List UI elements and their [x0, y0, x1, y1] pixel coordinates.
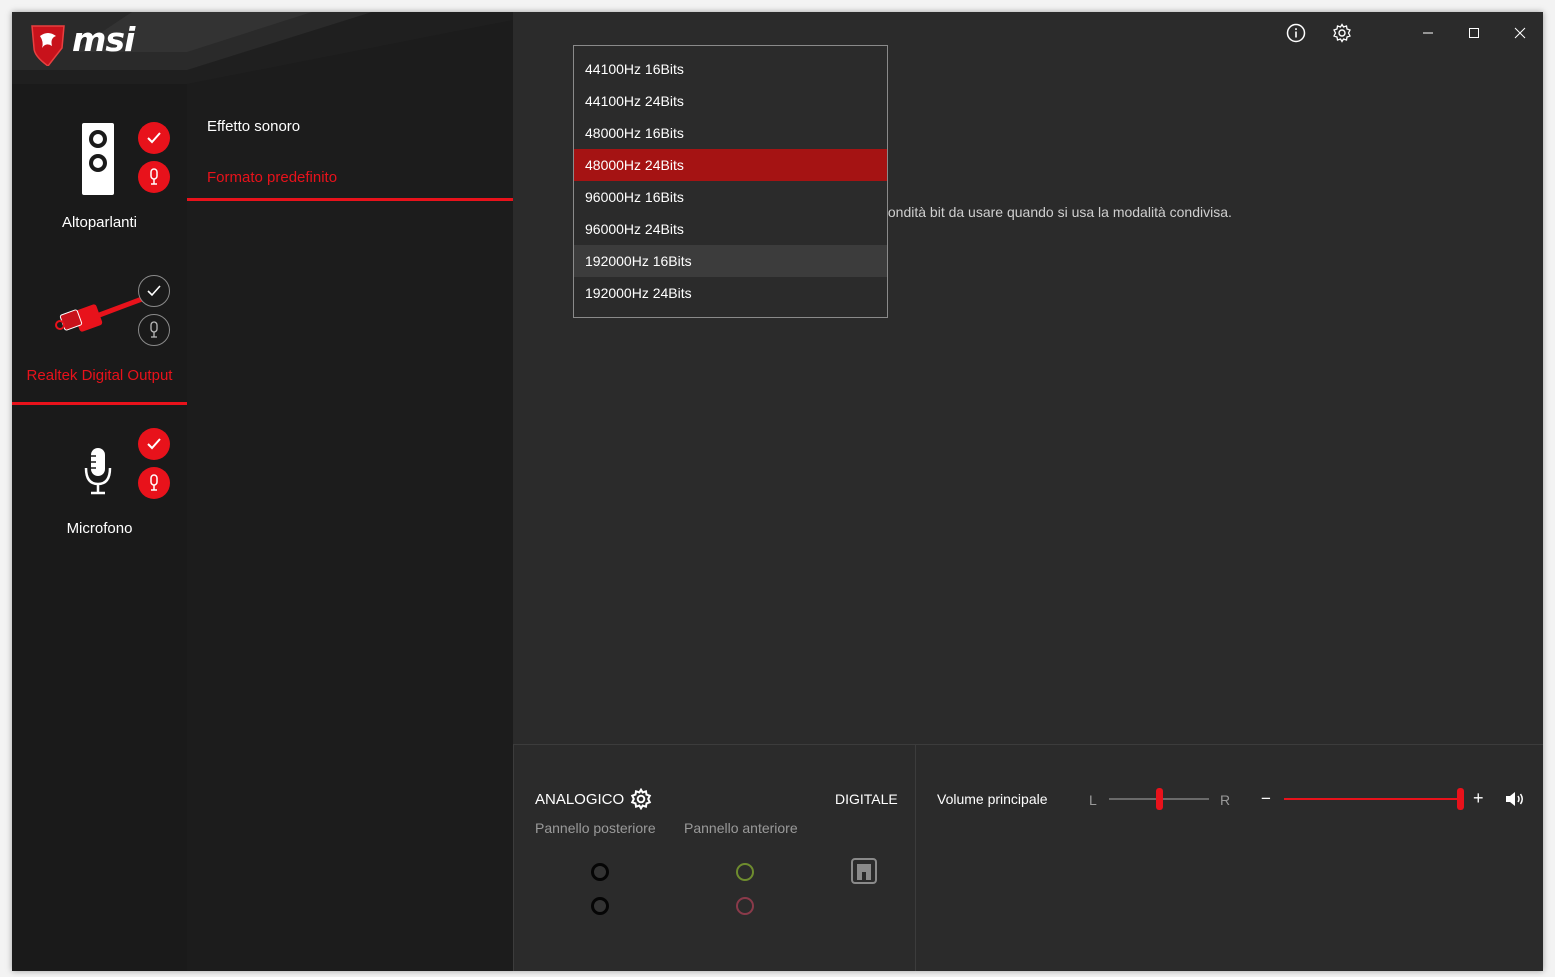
format-option[interactable]: 192000Hz 24Bits [574, 277, 887, 309]
format-option-hovered[interactable]: 192000Hz 16Bits [574, 245, 887, 277]
msi-dragon-icon [31, 25, 65, 66]
rear-jack-1[interactable] [591, 863, 609, 881]
volume-slider-thumb[interactable] [1456, 788, 1464, 810]
balance-right-label: R [1220, 792, 1231, 808]
digital-cable-icon [55, 296, 144, 332]
submenu-panel [187, 12, 513, 971]
device-selected-indicator [12, 402, 187, 405]
front-jack-green[interactable] [736, 863, 754, 881]
menu-selected-indicator [187, 198, 513, 201]
format-option[interactable]: 48000Hz 16Bits [574, 117, 887, 149]
minimize-button[interactable] [1413, 18, 1443, 48]
format-dropdown-list[interactable]: 44100Hz 16Bits 44100Hz 24Bits 48000Hz 16… [573, 45, 888, 318]
format-option[interactable]: 44100Hz 16Bits [574, 53, 887, 85]
volume-increase-button[interactable]: + [1473, 788, 1484, 809]
logo-banner: msi [12, 12, 513, 84]
default-device-check-icon[interactable] [138, 275, 170, 307]
volume-fill [1284, 798, 1460, 800]
rear-panel-label: Pannello posteriore [535, 820, 656, 836]
format-option[interactable]: 44100Hz 24Bits [574, 85, 887, 117]
analog-settings-button[interactable] [630, 787, 652, 811]
volume-decrease-button[interactable]: − [1261, 789, 1271, 809]
balance-slider-thumb[interactable] [1155, 788, 1163, 810]
close-icon [1514, 27, 1526, 39]
speaker-icon [82, 123, 114, 195]
close-button[interactable] [1505, 18, 1535, 48]
speaker-volume-icon[interactable] [1505, 791, 1525, 807]
menu-item-default-format[interactable]: Formato predefinito [207, 169, 337, 186]
digital-label: DIGITALE [835, 791, 898, 807]
device-label-microphone: Microfono [66, 520, 133, 537]
info-icon [1286, 23, 1306, 43]
front-jack-pink[interactable] [736, 897, 754, 915]
minimize-icon [1423, 32, 1433, 34]
microphone-icon [84, 448, 112, 495]
info-button[interactable] [1281, 18, 1311, 48]
settings-button[interactable] [1327, 18, 1357, 48]
format-option[interactable]: 96000Hz 16Bits [574, 181, 887, 213]
panel-divider [513, 745, 514, 971]
bottom-panel: ANALOGICO DIGITALE Pannello posteriore P… [513, 744, 1543, 971]
device-label-speakers: Altoparlanti [61, 214, 138, 231]
format-option-selected[interactable]: 48000Hz 24Bits [574, 149, 887, 181]
menu-item-sound-effects[interactable]: Effetto sonoro [207, 118, 300, 135]
front-panel-label: Pannello anteriore [684, 820, 798, 836]
default-comm-mic-icon[interactable] [138, 161, 170, 193]
app-window: msi Altoparlanti Realtek Digital Output … [12, 12, 1543, 971]
rear-jack-2[interactable] [591, 897, 609, 915]
device-label-digital-output: Realtek Digital Output [26, 367, 173, 384]
digital-port-icon[interactable] [851, 858, 877, 884]
msi-logo-text: msi [72, 20, 135, 59]
panel-divider [915, 745, 916, 971]
gear-icon [630, 787, 652, 811]
default-comm-mic-icon[interactable] [138, 314, 170, 346]
format-description: fondità bit da usare quando si usa la mo… [884, 204, 1232, 220]
maximize-button[interactable] [1459, 18, 1489, 48]
gear-icon [1333, 23, 1351, 43]
maximize-icon [1469, 28, 1479, 38]
master-volume-label: Volume principale [937, 791, 1048, 807]
analog-label: ANALOGICO [535, 791, 625, 808]
format-option[interactable]: 96000Hz 24Bits [574, 213, 887, 245]
balance-left-label: L [1089, 792, 1097, 808]
default-device-check-icon[interactable] [138, 122, 170, 154]
default-comm-mic-icon[interactable] [138, 467, 170, 499]
default-device-check-icon[interactable] [138, 428, 170, 460]
